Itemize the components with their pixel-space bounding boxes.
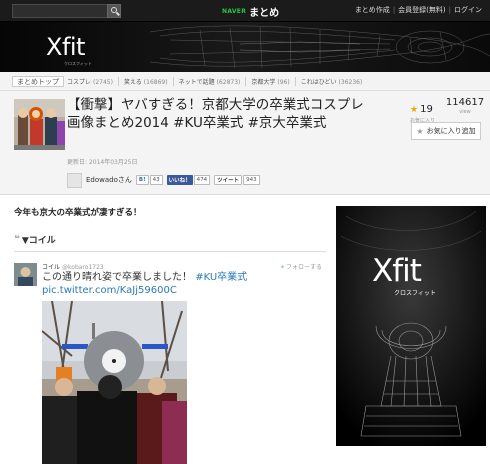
category-nav: まとめトップ コスプレ (2745) 笑える (16869) ネットで話題 (6287… xyxy=(0,72,490,91)
category-count: (36236) xyxy=(338,79,363,86)
category-count: (62873) xyxy=(216,79,241,86)
tweet-author[interactable]: コイル @kobaro1723 xyxy=(42,262,104,271)
category-count: (16869) xyxy=(143,79,168,86)
search-input[interactable] xyxy=(12,4,108,18)
hatena-icon: B! xyxy=(135,175,149,185)
tweet-button[interactable]: ツイート 943 xyxy=(214,175,260,185)
tweet-photo[interactable] xyxy=(42,301,187,464)
account-links: まとめ作成 | 会員登録(無料) | ログイン xyxy=(355,5,482,15)
tweet-author-name: コイル xyxy=(42,264,61,271)
divider: | xyxy=(392,6,396,14)
divider xyxy=(14,251,326,252)
facebook-count: 474 xyxy=(193,175,211,185)
follow-button[interactable]: ✦フォローする xyxy=(280,262,322,271)
category-list: コスプレ (2745) 笑える (16869) ネットで話題 (62873) 京都大学… xyxy=(62,77,367,86)
category-kyoto-university[interactable]: 京都大学 (96) xyxy=(245,77,294,86)
matome-logo-text: まとめ xyxy=(249,7,280,19)
ad-xfit-logo: Xfit xyxy=(372,253,422,289)
tweet-avatar[interactable] xyxy=(14,263,37,286)
category-count: (96) xyxy=(277,79,290,86)
xfit-logo: Xfit xyxy=(46,33,85,61)
views-stat: 114617 view xyxy=(445,97,485,115)
divider: | xyxy=(448,6,451,14)
matome-top-tab[interactable]: まとめトップ xyxy=(12,76,64,87)
ad-xfit-subtitle: クロスフィット xyxy=(394,290,436,297)
views-label: view xyxy=(459,109,471,115)
section-heading-text: ▼コイル xyxy=(21,236,56,246)
tweet-count: 943 xyxy=(243,175,260,185)
follow-label: フォローする xyxy=(286,264,323,271)
favorites-stat: ★ 19 お気に入り xyxy=(410,97,440,124)
tweet-body: この通り晴れ姿で卒業しました！ xyxy=(42,272,196,283)
category-count: (2745) xyxy=(93,79,113,86)
tweet-label: ツイート xyxy=(214,175,243,185)
category-label: 笑える xyxy=(123,79,142,86)
category-label: 京都大学 xyxy=(251,79,276,86)
updated-date: 更新日: 2014年03月25日 xyxy=(67,159,138,166)
category-label: これはひどい xyxy=(300,79,337,86)
advertisement-banner[interactable]: Xfit クロスフィット xyxy=(336,206,486,446)
favorites-count: 19 xyxy=(420,104,433,115)
hatena-count: 43 xyxy=(149,175,163,185)
star-icon: ★ xyxy=(410,105,419,115)
naver-matome-logo[interactable]: NAVER まとめ xyxy=(222,4,280,19)
search-button[interactable] xyxy=(107,4,121,18)
lead-text: 今年も京大の卒業式が凄すぎる！ xyxy=(14,208,142,218)
tweet-author-handle: @kobaro1723 xyxy=(62,264,104,271)
naver-logo-text: NAVER xyxy=(222,7,247,15)
ad-product-graphic xyxy=(336,206,486,446)
category-label: コスプレ xyxy=(67,79,92,86)
section-heading: ❝ ▼コイル xyxy=(14,233,56,246)
author-name[interactable]: Edowadoさん xyxy=(86,175,132,185)
login-link[interactable]: ログイン xyxy=(454,5,482,15)
twitter-bird-icon: ✦ xyxy=(280,264,286,271)
thumbnail-photo xyxy=(14,99,65,150)
register-link[interactable]: 会員登録(無料) xyxy=(398,5,445,15)
category-cosplay[interactable]: コスプレ (2745) xyxy=(62,77,118,86)
avatar-image xyxy=(14,263,37,286)
tweet-photo-link[interactable]: pic.twitter.com/KaJj59600C xyxy=(42,285,177,296)
category-terrible[interactable]: これはひどい (36236) xyxy=(294,77,368,86)
create-matome-link[interactable]: まとめ作成 xyxy=(355,5,390,15)
article-title: 【衝撃】ヤバすぎる！京都大学の卒業式コスプレ画像まとめ2014 #KU卒業式 #… xyxy=(67,97,364,131)
quote-icon: ❝ xyxy=(14,234,20,245)
views-count: 114617 xyxy=(445,97,485,108)
add-favorite-label: お気に入り追加 xyxy=(426,127,476,135)
category-net-buzz[interactable]: ネットで話題 (62873) xyxy=(172,77,246,86)
hatena-bookmark-button[interactable]: B! 43 xyxy=(135,175,163,185)
xfit-logo-subtitle: クロスフィット xyxy=(64,61,92,66)
author-row: Edowadoさん B! 43 いいね！ 474 ツイート 943 xyxy=(67,172,260,188)
top-bar: NAVER まとめ まとめ作成 | 会員登録(無料) | ログイン xyxy=(0,0,490,22)
author-avatar[interactable] xyxy=(67,172,82,188)
facebook-like-label: いいね！ xyxy=(166,175,193,185)
category-label: ネットで話題 xyxy=(178,79,215,86)
star-outline-icon: ★ xyxy=(416,126,424,136)
site-banner[interactable]: Xfit クロスフィット xyxy=(0,22,490,72)
article-thumbnail[interactable] xyxy=(14,99,65,150)
facebook-like-button[interactable]: いいね！ 474 xyxy=(166,175,211,185)
cosplay-photo xyxy=(42,301,187,464)
tweet-text: この通り晴れ姿で卒業しました！ #KU卒業式 pic.twitter.com/K… xyxy=(42,271,302,297)
category-funny[interactable]: 笑える (16869) xyxy=(117,77,173,86)
add-favorite-button[interactable]: ★ お気に入り追加 xyxy=(411,122,481,140)
tweet-hashtag[interactable]: #KU卒業式 xyxy=(195,272,247,283)
